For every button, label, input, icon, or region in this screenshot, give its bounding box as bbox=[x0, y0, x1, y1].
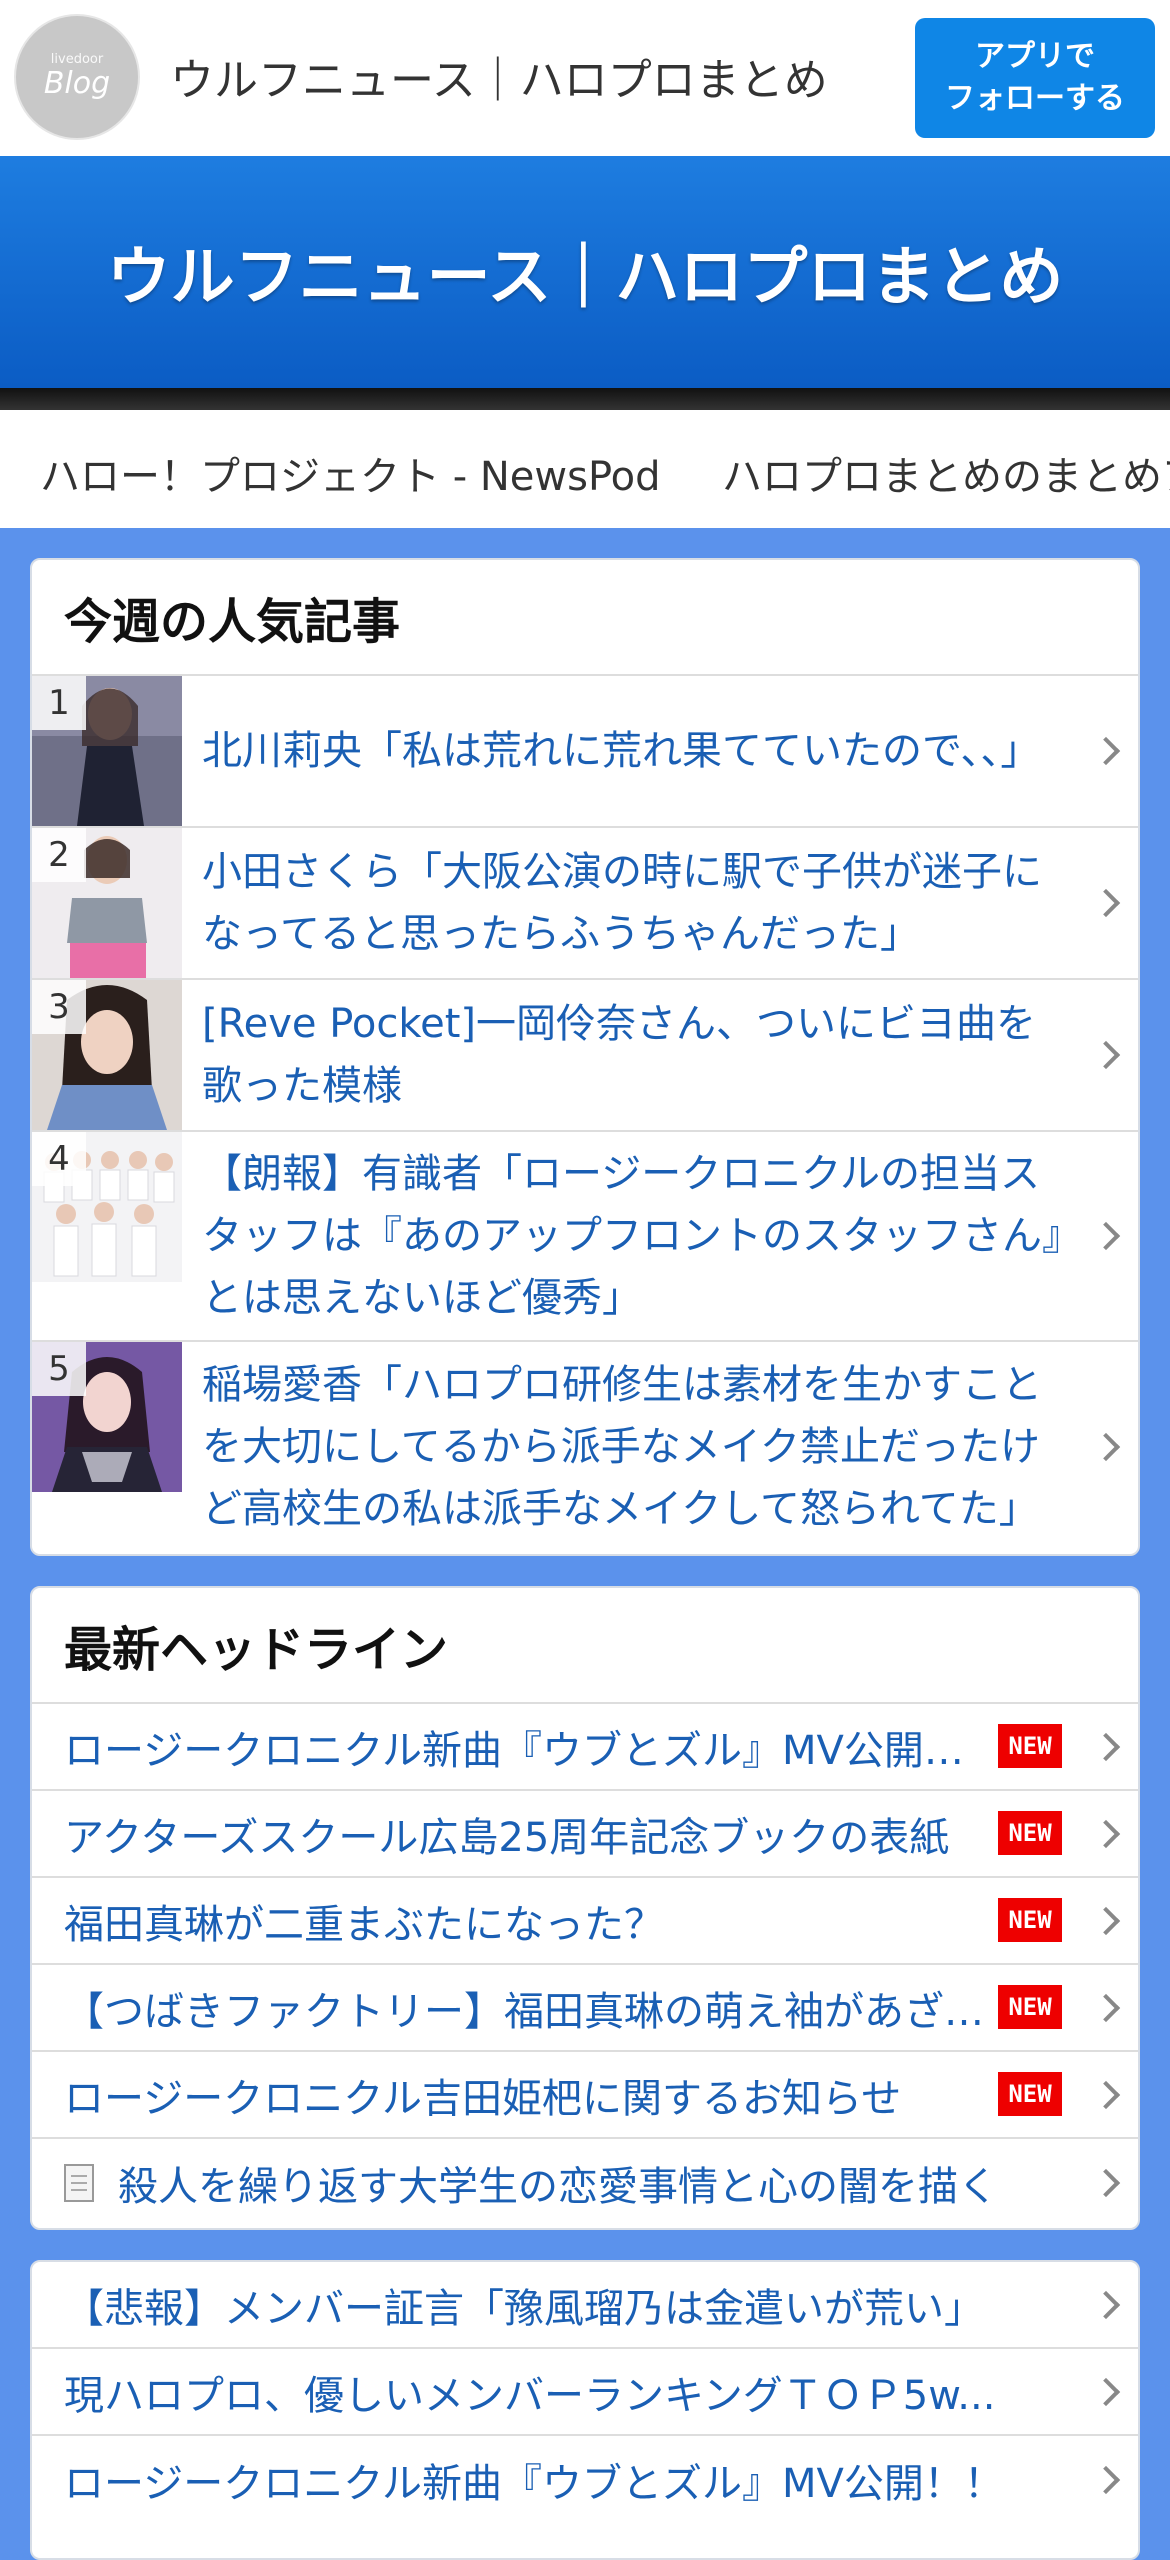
ranking-item-title: 北川莉央「私は荒れに荒れ果てていたので、、」 bbox=[202, 728, 1041, 774]
headline-title: 殺人を繰り返す大学生の恋愛事情と心の闇を描く bbox=[64, 2139, 1058, 2226]
article-thumbnail: 2 bbox=[32, 828, 182, 978]
chevron-right-icon bbox=[1091, 2290, 1121, 2319]
more-articles-card: 【悲報】メンバー証言「豫風瑠乃は金遣いが荒い」 現ハロプロ、優しいメンバーランキ… bbox=[30, 2260, 1140, 2560]
related-link[interactable]: ハロプロまとめのまとめア bbox=[722, 444, 1170, 502]
chevron-right-icon bbox=[1091, 1040, 1121, 1070]
headline-item[interactable]: 【つばきファクトリー】福田真琳の萌え袖があざとい NEW bbox=[32, 1965, 1138, 2052]
headline-item[interactable]: アクターズスクール広島25周年記念ブックの表紙 NEW bbox=[32, 1791, 1138, 1878]
ranking-item[interactable]: 1 北川莉央「私は荒れに荒れ果てていたので、、」 bbox=[32, 676, 1138, 828]
site-name[interactable]: ウルフニュース｜ハロプロまとめ bbox=[170, 44, 828, 108]
chevron-right-icon bbox=[1091, 888, 1121, 918]
headline-title: アクターズスクール広島25周年記念ブックの表紙 bbox=[64, 1814, 950, 1861]
popular-articles-title: 今週の人気記事 bbox=[32, 560, 1138, 676]
article-link-title: 【悲報】メンバー証言「豫風瑠乃は金遣いが荒い」 bbox=[64, 2285, 984, 2332]
ranking-item[interactable]: 5 稲場愛香「ハロプロ研修生は素材を生かすことを大切にしてるから派手なメイク禁止… bbox=[32, 1342, 1138, 1552]
latest-headlines-card: 最新ヘッドライン ロージークロニクル新曲『ウブとズル』MV公開！！ NEW アク… bbox=[30, 1586, 1140, 2230]
ranking-item[interactable]: 4 【朗報】有識者「ロージークロニクルの担当スタッフは『あのアップフロントのスタ… bbox=[32, 1132, 1138, 1342]
chevron-right-icon bbox=[1091, 2168, 1121, 2197]
article-thumbnail: 4 bbox=[32, 1132, 182, 1282]
headline-title: ロージークロニクル吉田姫杷に関するお知らせ bbox=[64, 2075, 902, 2122]
new-badge: NEW bbox=[998, 1724, 1062, 1768]
banner-title: ウルフニュース｜ハロプロまとめ bbox=[106, 241, 1064, 315]
ranking-item[interactable]: 2 小田さくら「大阪公演の時に駅で子供が迷子になってると思ったらふうちゃんだった… bbox=[32, 828, 1138, 980]
article-link-title: 現ハロプロ、優しいメンバーランキングＴＯＰ5w... bbox=[64, 2372, 996, 2419]
new-badge: NEW bbox=[998, 1898, 1062, 1942]
article-link-title: ロージークロニクル新曲『ウブとズル』MV公開！！ bbox=[64, 2460, 1004, 2507]
article-thumbnail: 5 bbox=[32, 1342, 182, 1492]
ranking-item-title: 【朗報】有識者「ロージークロニクルの担当スタッフは『あのアップフロントのスタッフ… bbox=[202, 1151, 1062, 1321]
article-link-item[interactable]: 【悲報】メンバー証言「豫風瑠乃は金遣いが荒い」 bbox=[32, 2262, 1138, 2349]
rank-number: 2 bbox=[32, 828, 86, 882]
blog-banner[interactable]: ウルフニュース｜ハロプロまとめ bbox=[0, 156, 1170, 388]
rank-number: 1 bbox=[32, 676, 86, 730]
chevron-right-icon bbox=[1091, 1432, 1121, 1462]
headline-item[interactable]: 殺人を繰り返す大学生の恋愛事情と心の闇を描く bbox=[32, 2139, 1138, 2226]
livedoor-blog-logo[interactable]: livedoor Blog bbox=[14, 14, 140, 140]
document-icon bbox=[64, 2163, 94, 2202]
chevron-right-icon bbox=[1091, 1906, 1121, 1935]
new-badge: NEW bbox=[998, 1811, 1062, 1855]
article-link-item[interactable]: ロージークロニクル新曲『ウブとズル』MV公開！！ bbox=[32, 2436, 1138, 2523]
headline-item[interactable]: ロージークロニクル吉田姫杷に関するお知らせ NEW bbox=[32, 2052, 1138, 2139]
chevron-right-icon bbox=[1091, 1221, 1121, 1251]
article-thumbnail: 3 bbox=[32, 980, 182, 1130]
headline-title: 福田真琳が二重まぶたになった？ bbox=[64, 1901, 664, 1948]
ranking-item-title: [Reve Pocket]一岡伶奈さん、ついにビヨ曲を歌った模様 bbox=[202, 1001, 1037, 1109]
chevron-right-icon bbox=[1091, 1993, 1121, 2022]
rank-number: 4 bbox=[32, 1132, 86, 1186]
ranking-item-title: 稲場愛香「ハロプロ研修生は素材を生かすことを大切にしてるから派手なメイク禁止だっ… bbox=[202, 1362, 1042, 1532]
popular-articles-card: 今週の人気記事 1 北川莉央「私は荒れに荒れ果てていたので、、」 2 小田さくら… bbox=[30, 558, 1140, 1556]
chevron-right-icon bbox=[1091, 1732, 1121, 1761]
latest-headlines-title: 最新ヘッドライン bbox=[32, 1588, 1138, 1704]
chevron-right-icon bbox=[1091, 2080, 1121, 2109]
chevron-right-icon bbox=[1091, 2377, 1121, 2406]
top-header: livedoor Blog ウルフニュース｜ハロプロまとめ アプリで フォローす… bbox=[0, 0, 1170, 156]
chevron-right-icon bbox=[1091, 736, 1121, 766]
article-link-item[interactable]: 現ハロプロ、優しいメンバーランキングＴＯＰ5w... bbox=[32, 2349, 1138, 2436]
rank-number: 3 bbox=[32, 980, 86, 1034]
new-badge: NEW bbox=[998, 2072, 1062, 2116]
related-links-bar: ハロー！プロジェクト - NewsPod ハロプロまとめのまとめア bbox=[0, 410, 1170, 528]
headline-item[interactable]: 福田真琳が二重まぶたになった？ NEW bbox=[32, 1878, 1138, 1965]
chevron-right-icon bbox=[1091, 2465, 1121, 2494]
article-thumbnail: 1 bbox=[32, 676, 182, 826]
headline-title: 【つばきファクトリー】福田真琳の萌え袖があざとい bbox=[64, 1988, 988, 2035]
rank-number: 5 bbox=[32, 1342, 86, 1396]
logo-small-text: livedoor bbox=[50, 52, 104, 67]
headline-item[interactable]: ロージークロニクル新曲『ウブとズル』MV公開！！ NEW bbox=[32, 1704, 1138, 1791]
new-badge: NEW bbox=[998, 1985, 1062, 2029]
ranking-item[interactable]: 3 [Reve Pocket]一岡伶奈さん、ついにビヨ曲を歌った模様 bbox=[32, 980, 1138, 1132]
related-link[interactable]: ハロー！プロジェクト - NewsPod bbox=[40, 444, 661, 502]
ranking-item-title: 小田さくら「大阪公演の時に駅で子供が迷子になってると思ったらふうちゃんだった」 bbox=[202, 849, 1042, 957]
chevron-right-icon bbox=[1091, 1819, 1121, 1848]
banner-divider bbox=[0, 388, 1170, 410]
headline-title: ロージークロニクル新曲『ウブとズル』MV公開！！ bbox=[64, 1727, 988, 1774]
logo-big-text: Blog bbox=[43, 66, 111, 101]
follow-in-app-button[interactable]: アプリで フォローする bbox=[915, 18, 1155, 138]
